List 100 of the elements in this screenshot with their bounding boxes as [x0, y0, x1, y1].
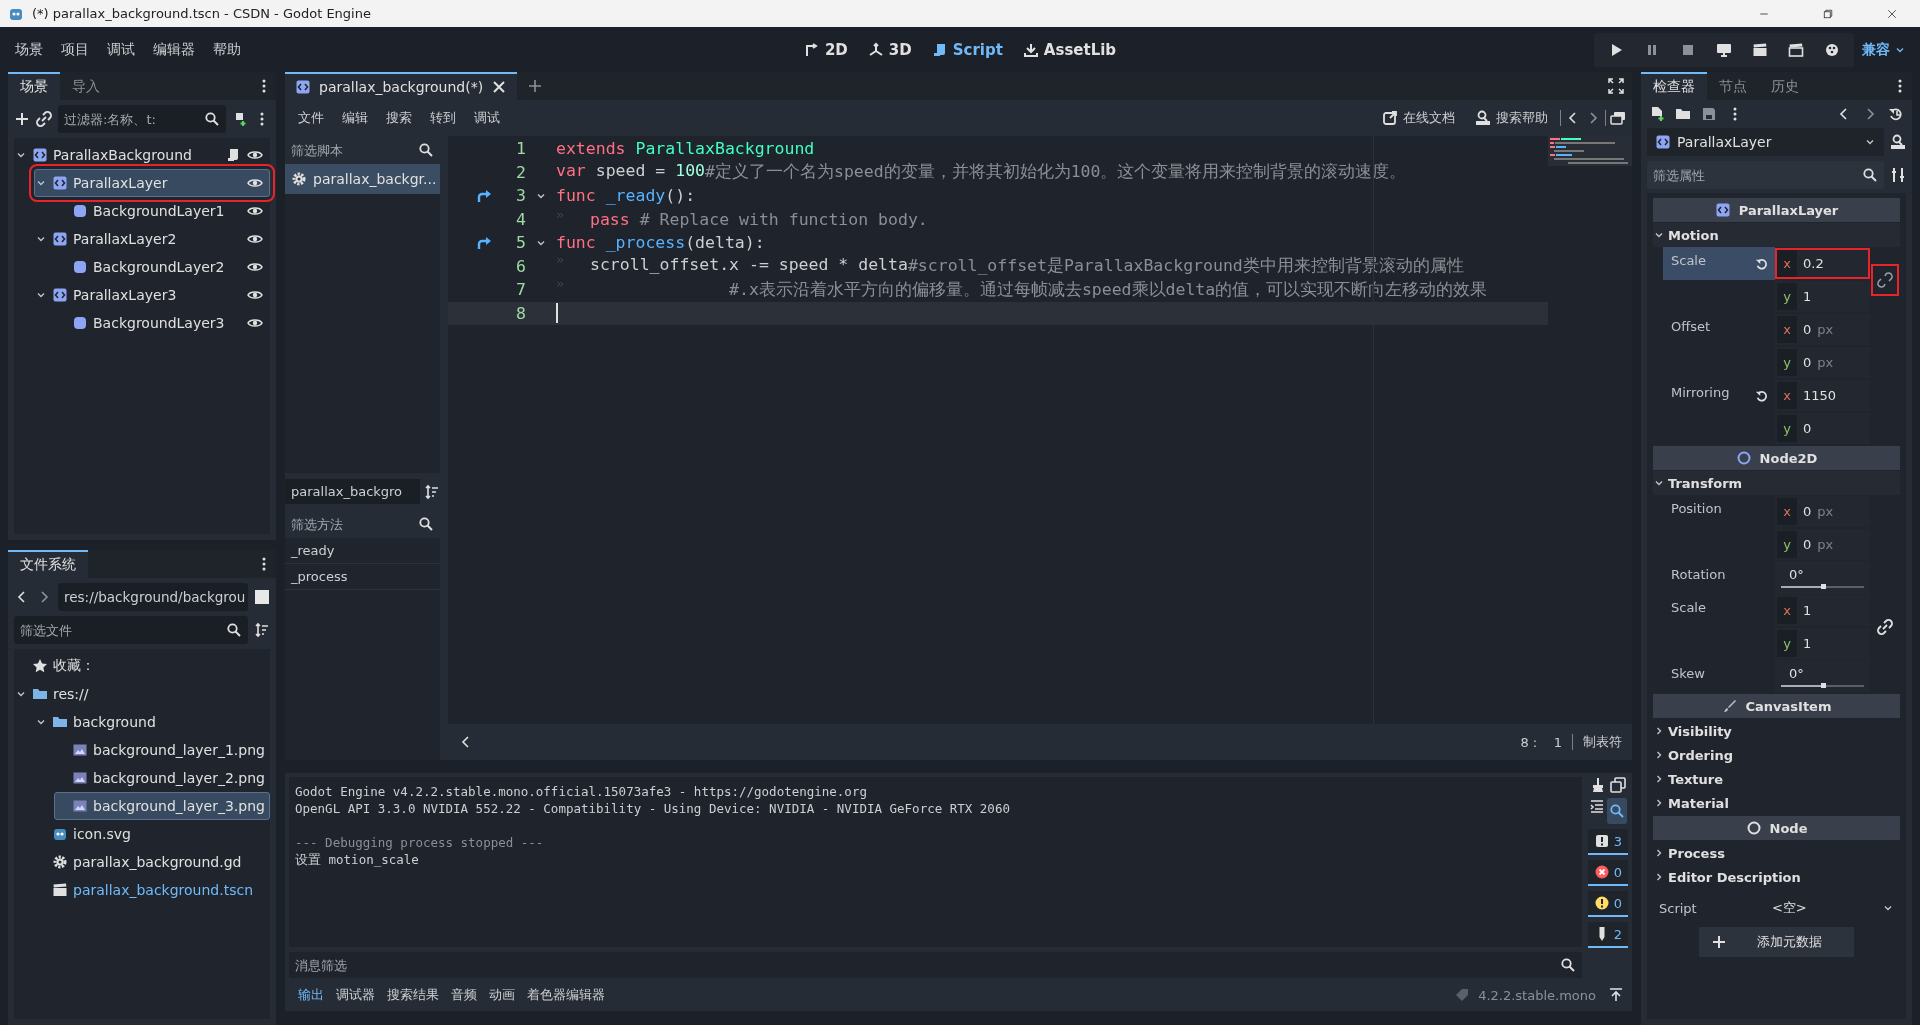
new-tab-icon[interactable]	[527, 78, 544, 94]
property-group[interactable]: Editor Description	[1653, 865, 1900, 889]
bottom-panel-tab[interactable]: 输出	[293, 983, 329, 1007]
message-filter-field[interactable]: 消息筛选	[289, 952, 1582, 978]
add-node-icon[interactable]	[14, 111, 30, 127]
menu-item[interactable]: 帮助	[204, 36, 250, 63]
revert-icon[interactable]	[1755, 256, 1769, 271]
dock-tab[interactable]: 场景	[8, 72, 60, 100]
file-item[interactable]: 收藏：	[14, 652, 270, 680]
method-list-item[interactable]: _ready	[285, 538, 440, 564]
help-search-icon[interactable]	[1890, 134, 1906, 150]
file-item[interactable]: parallax_background.gd	[34, 848, 270, 876]
link-icon[interactable]	[36, 111, 52, 127]
renderer-dropdown[interactable]: 兼容	[1854, 40, 1914, 59]
open-folder-icon[interactable]	[1675, 106, 1691, 122]
property-filter-field[interactable]: 筛选属性	[1647, 161, 1884, 189]
search-toggle[interactable]	[1607, 798, 1627, 824]
chain-link-icon[interactable]	[1877, 619, 1893, 635]
method-list-item[interactable]: _process	[285, 564, 440, 590]
menu-item[interactable]: 编辑器	[144, 36, 204, 63]
dock-tab[interactable]: 检查器	[1641, 72, 1707, 100]
expand-panel-icon[interactable]	[1608, 987, 1624, 1003]
scene-tree-item[interactable]: ParallaxBackground	[14, 141, 270, 169]
file-item[interactable]: background	[34, 708, 270, 736]
clear-brush-icon[interactable]	[1590, 777, 1606, 793]
slider-thumb[interactable]	[1820, 683, 1826, 688]
sort-icon[interactable]	[424, 483, 440, 500]
add-metadata-button[interactable]: 添加元数据	[1699, 927, 1854, 957]
panels-icon[interactable]	[1610, 110, 1626, 126]
slider-thumb[interactable]	[1820, 584, 1826, 589]
file-item[interactable]: parallax_background.tscn	[34, 876, 270, 904]
bottom-panel-tab[interactable]: 调试器	[331, 983, 380, 1007]
bottom-panel-tab[interactable]: 音频	[446, 983, 482, 1007]
property-group[interactable]: Visibility	[1653, 719, 1900, 743]
property-group[interactable]: Motion	[1653, 223, 1900, 247]
scene-filter-field[interactable]: 过滤器:名称、t:	[58, 105, 226, 133]
dock-tab[interactable]: 节点	[1707, 72, 1759, 100]
workspace-button[interactable]: AssetLib	[1014, 36, 1125, 63]
file-item[interactable]: background_layer_2.png	[54, 764, 270, 792]
property-group[interactable]: Transform	[1653, 471, 1900, 495]
menu-item[interactable]: 调试	[98, 36, 144, 63]
tools-icon[interactable]	[1890, 167, 1906, 183]
override-arrow-icon[interactable]	[476, 187, 492, 204]
scene-tree-item[interactable]: ParallaxLayer3	[34, 281, 270, 309]
bottom-panel-tab[interactable]: 动画	[484, 983, 520, 1007]
collapse-lines-icon[interactable]	[1589, 798, 1605, 814]
file-item[interactable]: background_layer_3.png	[54, 792, 270, 820]
copy-icon[interactable]	[1610, 777, 1626, 793]
search-help-link[interactable]: 搜索帮助	[1467, 105, 1556, 131]
file-filter-field[interactable]: 筛选文件	[14, 616, 248, 644]
version-label[interactable]: 4.2.2.stable.mono	[1478, 987, 1596, 1003]
script-value[interactable]: <空>	[1696, 899, 1882, 917]
property-group[interactable]: Process	[1653, 841, 1900, 865]
property-group[interactable]: Material	[1653, 791, 1900, 815]
sort-icon[interactable]	[254, 622, 270, 638]
menu-item[interactable]: 编辑	[335, 105, 375, 131]
property-group[interactable]: Ordering	[1653, 743, 1900, 767]
menu-item[interactable]: 转到	[423, 105, 463, 131]
file-item[interactable]: background_layer_1.png	[54, 736, 270, 764]
method-filter-field[interactable]: 筛选方法	[285, 510, 440, 538]
node-selector[interactable]: ParallaxLayer	[1647, 128, 1884, 156]
scene-tree-item[interactable]: ParallaxLayer2	[34, 225, 270, 253]
property-group[interactable]: Texture	[1653, 767, 1900, 791]
script-list-item[interactable]: parallax_backgr...	[285, 164, 440, 194]
history-icon[interactable]	[1888, 106, 1904, 122]
dock-tab[interactable]: 导入	[60, 72, 112, 100]
override-arrow-icon[interactable]	[476, 234, 492, 251]
script-filter-field[interactable]: 筛选脚本	[285, 136, 440, 164]
fullscreen-icon[interactable]	[1608, 78, 1624, 94]
log-filter-toggle[interactable]: 0	[1588, 860, 1628, 886]
log-filter-toggle[interactable]: 0	[1588, 891, 1628, 917]
scene-tree-item[interactable]: BackgroundLayer2	[54, 253, 270, 281]
scene-tree-item[interactable]: BackgroundLayer1	[54, 197, 270, 225]
indent-mode[interactable]: 制表符	[1583, 733, 1622, 751]
save-icon[interactable]	[1701, 106, 1717, 122]
file-item[interactable]: icon.svg	[34, 820, 270, 848]
log-filter-toggle[interactable]: 2	[1588, 922, 1628, 948]
menu-item[interactable]: 调试	[467, 105, 507, 131]
menu-item[interactable]: 项目	[52, 36, 98, 63]
bottom-panel-tab[interactable]: 搜索结果	[382, 983, 444, 1007]
dock-tab[interactable]: 历史	[1759, 72, 1811, 100]
vector-component-field[interactable]: x 0.2	[1775, 248, 1870, 279]
menu-item[interactable]: 搜索	[379, 105, 419, 131]
workspace-button[interactable]: Script	[923, 36, 1011, 63]
menu-item[interactable]: 文件	[291, 105, 331, 131]
dock-tab[interactable]: 文件系统	[8, 550, 88, 578]
menu-item[interactable]: 场景	[6, 36, 52, 63]
bottom-panel-tab[interactable]: 着色器编辑器	[522, 983, 610, 1007]
close-icon[interactable]	[491, 79, 508, 95]
workspace-button[interactable]: 3D	[859, 36, 920, 63]
log-filter-toggle[interactable]: 3	[1588, 829, 1628, 855]
new-resource-icon[interactable]	[1649, 106, 1665, 122]
revert-icon[interactable]	[1755, 388, 1769, 403]
path-field[interactable]: res://background/backgrou	[58, 583, 248, 611]
scene-tree-item[interactable]: BackgroundLayer3	[54, 309, 270, 337]
minimap-drawing[interactable]	[1548, 136, 1632, 166]
online-docs-link[interactable]: 在线文档	[1374, 105, 1463, 131]
workspace-button[interactable]: 2D	[795, 36, 856, 63]
file-item[interactable]: res://	[14, 680, 270, 708]
script-tab[interactable]: parallax_background(*)	[285, 72, 518, 100]
